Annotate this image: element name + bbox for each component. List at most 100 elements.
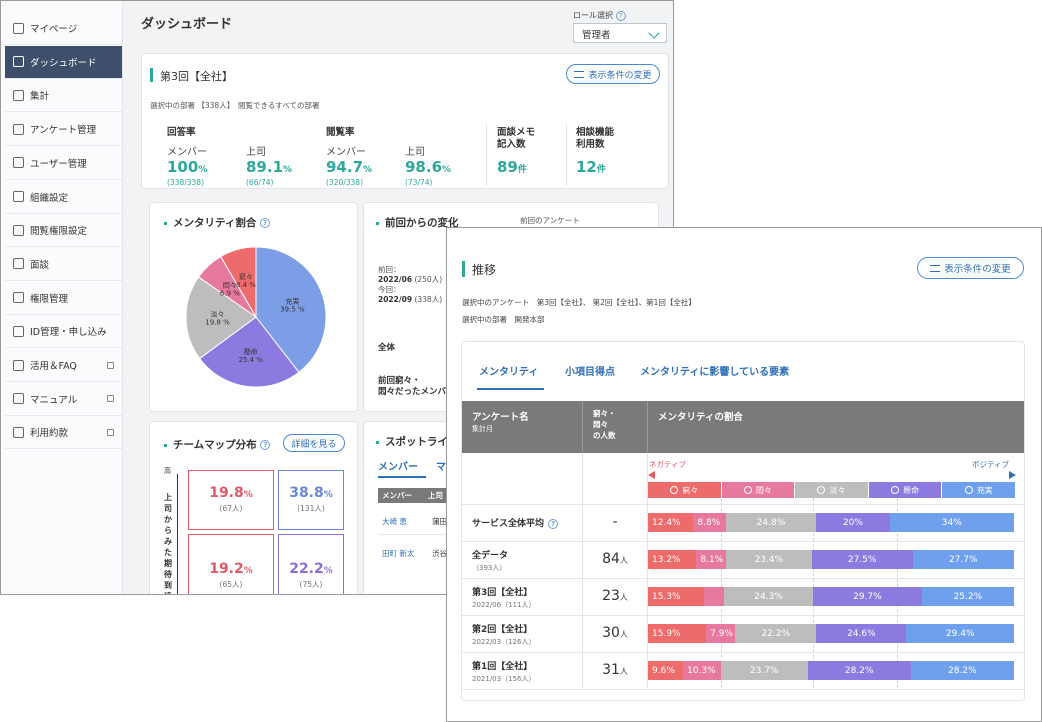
spotlight-head-member: メンバー xyxy=(382,491,412,500)
teammap-detail-button[interactable]: 詳細を見る xyxy=(283,434,345,452)
dept-line: 選択中の部署 【338人】 閲覧できるすべての部署 xyxy=(150,101,320,110)
sidebar-item-0[interactable]: マイページ xyxy=(5,12,122,45)
external-link-icon xyxy=(107,428,114,436)
pie-label-name: 窮々 xyxy=(239,272,253,281)
now-date: 2022/09 xyxy=(378,295,413,304)
teammap-high-label: 高 xyxy=(164,467,171,475)
bar-segment-3: 20% xyxy=(816,513,890,532)
memo-label-line1: 面談メモ xyxy=(497,127,536,138)
bar-chart-icon xyxy=(13,89,24,101)
trend-table-header: アンケート名 集計月 窮々・ 悶々 の人数 メンタリティの割合 xyxy=(462,401,1024,453)
sidebar-item-2[interactable]: 集計 xyxy=(5,79,122,113)
bar-segment-2: 24.3% xyxy=(724,587,814,606)
pie-label-name: 懸命 xyxy=(244,347,258,356)
view-boss-value: 98.6% xyxy=(405,158,451,176)
legend-label: 悶々 xyxy=(755,485,772,495)
count-unit: 件 xyxy=(596,165,606,175)
tab-sub-score[interactable]: 小項目得点 xyxy=(565,363,615,378)
head-count: 窮々・ 悶々 の人数 xyxy=(593,408,616,441)
sidebar-item-3[interactable]: アンケート管理 xyxy=(5,113,122,147)
sidebar-item-12[interactable]: 利用約款 xyxy=(5,416,122,450)
sidebar-item-5[interactable]: 組織設定 xyxy=(5,181,122,214)
pie-label-name: 充実 xyxy=(285,297,299,306)
head-survey: アンケート名 xyxy=(472,412,529,423)
head-count-line1: 窮々・ xyxy=(593,409,616,418)
prev-label: 前回： xyxy=(378,265,401,274)
role-select[interactable]: 管理者 xyxy=(573,23,667,43)
help-icon[interactable]: ? xyxy=(548,518,559,529)
sidebar-item-7[interactable]: 面談 xyxy=(5,248,122,281)
prev-survey-label: 前回のアンケート xyxy=(520,216,580,225)
row-survey-sub: 2021/03（156人） xyxy=(472,675,536,683)
filter-change-button[interactable]: 表示条件の変更 xyxy=(566,64,660,84)
mentality-legend: 窮々 悶々 淡々 懸命 充実 xyxy=(648,482,1016,498)
answer-boss-label: 上司 xyxy=(246,147,266,158)
teammap-pct-value: 38.8 xyxy=(289,485,324,501)
teammap-cell-2[interactable]: 38.8% (131人) xyxy=(278,470,344,530)
prev-kyu-label: 前回窮々・ 悶々だったメンバ xyxy=(378,376,446,398)
sidebar-item-4[interactable]: ユーザー管理 xyxy=(5,147,122,180)
spotlight-tab-2[interactable]: マ xyxy=(436,458,446,473)
bar-segment-0: 12.4% xyxy=(648,513,694,532)
sidebar-item-10[interactable]: 活用＆FAQ xyxy=(5,349,122,382)
sidebar-item-1[interactable]: ダッシュボード xyxy=(5,45,122,79)
teammap-cell-1[interactable]: 19.8% (67人) xyxy=(188,470,274,530)
spotlight-tab-underline xyxy=(378,476,426,478)
pie-label-name: 悶々 xyxy=(223,282,237,290)
face-icon xyxy=(891,486,900,494)
spotlight-tab-member[interactable]: メンバー xyxy=(378,458,418,473)
teammap-pct-value: 22.2 xyxy=(289,561,324,577)
selected-dept-label: 選択中の部署 xyxy=(462,315,507,324)
percent-unit: % xyxy=(363,165,373,175)
sidebar-item-label: 活用＆FAQ xyxy=(30,361,77,372)
spotlight-member-2[interactable]: 田町 新太 xyxy=(382,548,414,559)
book-icon xyxy=(13,359,24,371)
mentality-title-text: メンタリティ割合 xyxy=(173,217,257,229)
tab-mentality[interactable]: メンタリティ xyxy=(479,363,538,378)
prev-kyu-line1: 前回窮々・ xyxy=(378,376,421,386)
bar-segment-0: 15.3% xyxy=(648,587,704,606)
view-member-value: 94.7% xyxy=(326,158,372,176)
sidebar-item-9[interactable]: ID管理・申し込み xyxy=(5,315,122,349)
tab-mentality-factors[interactable]: メンタリティに影響している要素 xyxy=(640,363,789,378)
sidebar-item-label: 組織設定 xyxy=(30,192,69,204)
bar-segment-4: 27.7% xyxy=(912,550,1014,569)
org-icon xyxy=(13,191,24,202)
view-boss-note: (73/74) xyxy=(405,178,433,187)
legend-item-0: 窮々 xyxy=(648,482,721,498)
answer-boss-note: (66/74) xyxy=(246,178,274,187)
legend-item-3: 懸命 xyxy=(868,482,942,498)
row-divider xyxy=(462,689,1024,690)
teammap-pct-value: 19.2 xyxy=(209,561,244,577)
teammap-cell-4[interactable]: 22.2% (75人) xyxy=(278,534,344,594)
spotlight-member-1[interactable]: 大崎 恵 xyxy=(382,516,407,527)
sidebar-item-8[interactable]: 権限管理 xyxy=(5,282,122,315)
help-icon[interactable]: ? xyxy=(260,218,271,228)
sidebar-item-label: 権限管理 xyxy=(30,293,69,305)
legend-label: 充実 xyxy=(976,485,993,495)
layers-icon xyxy=(13,325,24,337)
help-icon[interactable]: ? xyxy=(260,440,271,450)
spotlight-boss-1: 蒲田 xyxy=(432,517,447,526)
bar-segment-0: 9.6% xyxy=(648,661,684,680)
row-survey-name-text: サービス全体平均 xyxy=(472,519,545,529)
kpi-divider xyxy=(486,124,487,186)
filter-change-button[interactable]: 表示条件の変更 xyxy=(917,257,1024,279)
teammap-cell-3[interactable]: 19.2% (65人) xyxy=(188,534,274,594)
gear-icon xyxy=(13,292,24,304)
view-boss-label: 上司 xyxy=(405,147,425,158)
head-divider xyxy=(647,401,648,453)
row-divider xyxy=(462,615,1024,616)
teammap-cell-count: (67人) xyxy=(219,504,243,513)
sidebar-item-label: マニュアル xyxy=(30,394,78,406)
sidebar-item-6[interactable]: 閲覧権限設定 xyxy=(5,214,122,248)
sidebar-item-11[interactable]: マニュアル xyxy=(5,383,122,416)
row-count: 31人 xyxy=(583,662,647,678)
help-icon[interactable]: ? xyxy=(615,10,626,21)
bar-segment-1: 8.8% xyxy=(693,513,726,532)
manual-icon xyxy=(13,393,24,405)
legend-item-1: 悶々 xyxy=(721,482,795,498)
consult-label: 相談機能 利用数 xyxy=(576,127,614,151)
trend-title: 推移 xyxy=(472,263,497,277)
summary-card: 第3回【全社】 表示条件の変更 選択中の部署 【338人】 閲覧できるすべての部… xyxy=(141,53,669,189)
